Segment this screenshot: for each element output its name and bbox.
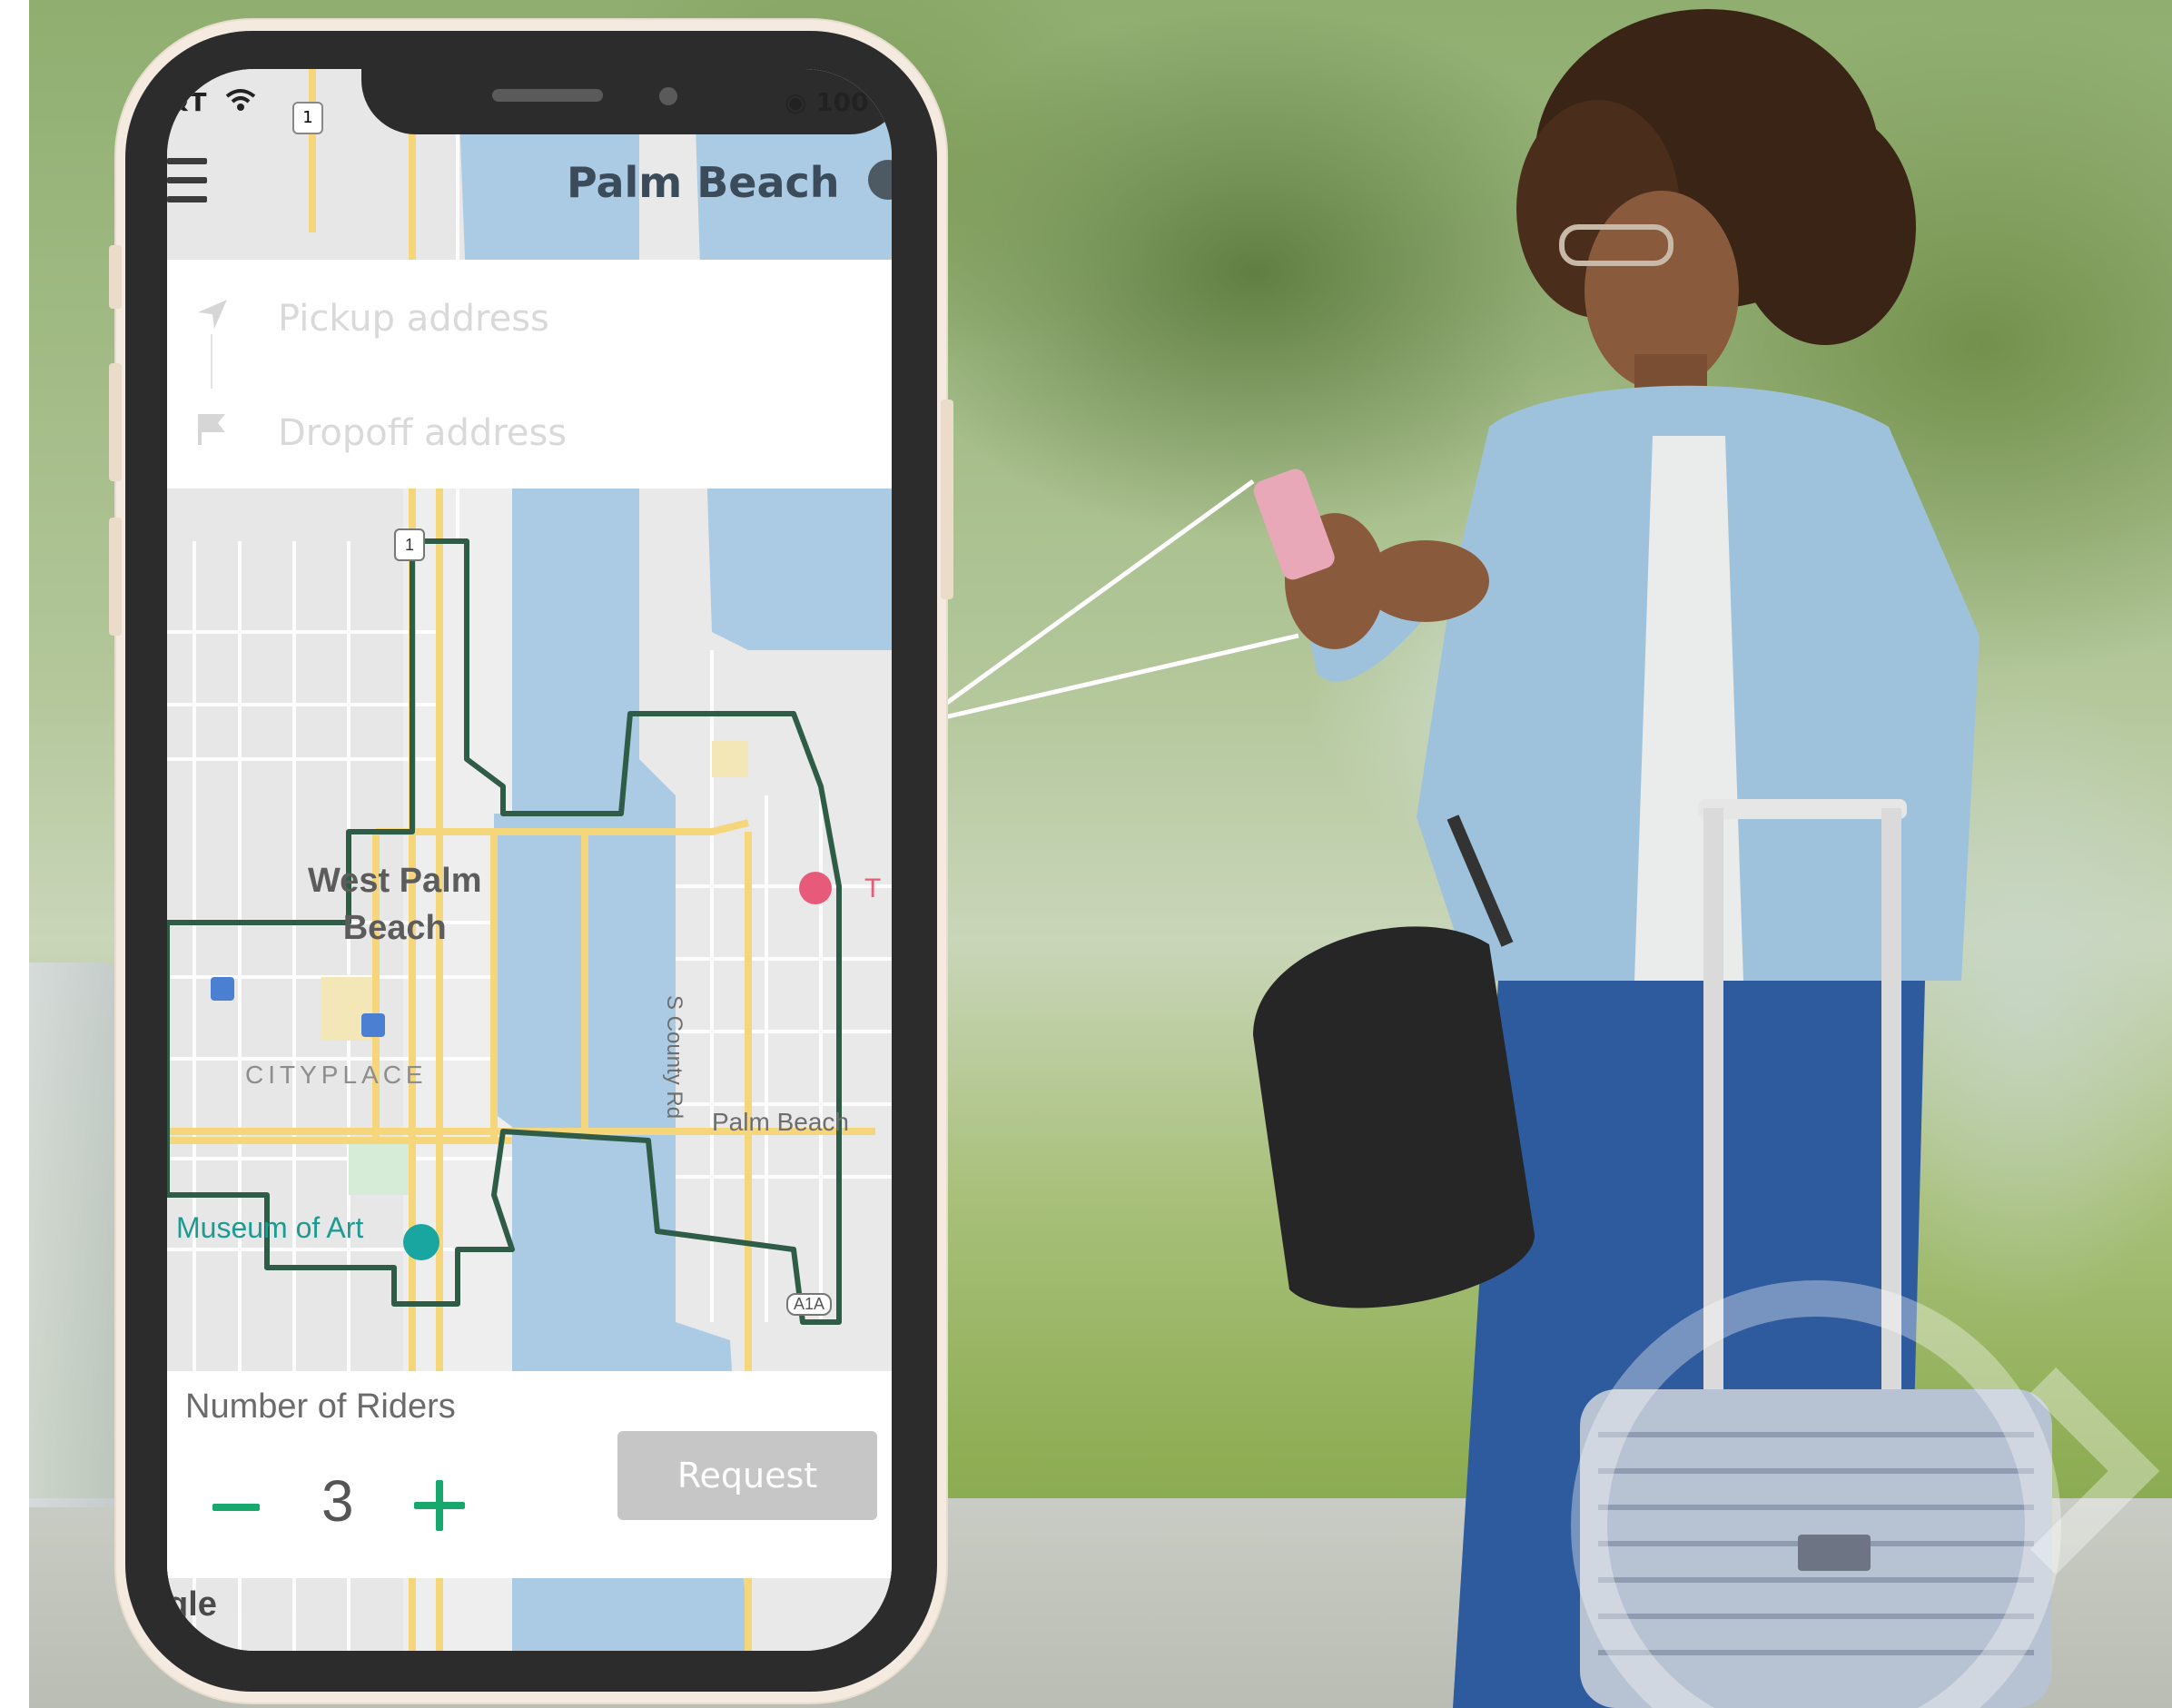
map-label-poi-partial: T — [864, 874, 882, 903]
phone-side-button — [941, 400, 953, 599]
pickup-row — [167, 260, 892, 369]
battery-percent: 100 — [815, 87, 869, 117]
riders-panel: Number of Riders 3 Request — [167, 1371, 892, 1578]
request-button[interactable]: Request — [617, 1431, 877, 1520]
page-title: Palm Beach — [567, 158, 840, 207]
increase-riders-button[interactable] — [407, 1473, 472, 1538]
location-services-icon: ◉ — [785, 87, 816, 117]
phone-camera — [659, 87, 677, 105]
hamburger-menu-icon[interactable] — [167, 158, 207, 205]
riders-label: Number of Riders — [185, 1387, 456, 1426]
rider-count: 3 — [321, 1468, 354, 1534]
map-label-city: West Palm Beach — [308, 857, 481, 952]
minus-icon — [212, 1504, 260, 1511]
map-label-route-1-top: 1 — [292, 102, 323, 134]
status-battery: ◉ 100 — [785, 87, 869, 117]
address-card — [167, 260, 892, 489]
status-carrier: &T — [167, 87, 207, 117]
map-label-route-a1a: A1A — [786, 1293, 833, 1316]
phone-side-button — [109, 245, 122, 309]
phone-speaker — [492, 89, 603, 102]
phone-screen: West Palm Beach CITYPLACE Palm Beach Mus… — [167, 69, 892, 1651]
wifi-icon — [225, 89, 256, 111]
decrease-riders-button[interactable] — [207, 1478, 265, 1536]
navigation-arrow-icon — [198, 300, 227, 329]
map-label-route-1: 1 — [394, 528, 425, 561]
map-label-road-county: S County Rd — [662, 995, 686, 1120]
map-label-city-line1: West Palm — [308, 862, 482, 900]
pickup-address-input[interactable] — [276, 291, 861, 347]
dropoff-row — [167, 372, 892, 481]
map-label-district: CITYPLACE — [245, 1061, 428, 1089]
map-label-museum: Museum of Art — [176, 1211, 364, 1244]
flag-icon — [198, 414, 225, 445]
phone-side-button — [109, 518, 122, 636]
dropoff-address-input[interactable] — [276, 405, 861, 461]
map-label-town: Palm Beach — [712, 1108, 849, 1136]
google-attribution-logo: gle — [167, 1585, 217, 1624]
phone-side-button — [109, 363, 122, 481]
map-label-city-line2: Beach — [342, 909, 447, 947]
